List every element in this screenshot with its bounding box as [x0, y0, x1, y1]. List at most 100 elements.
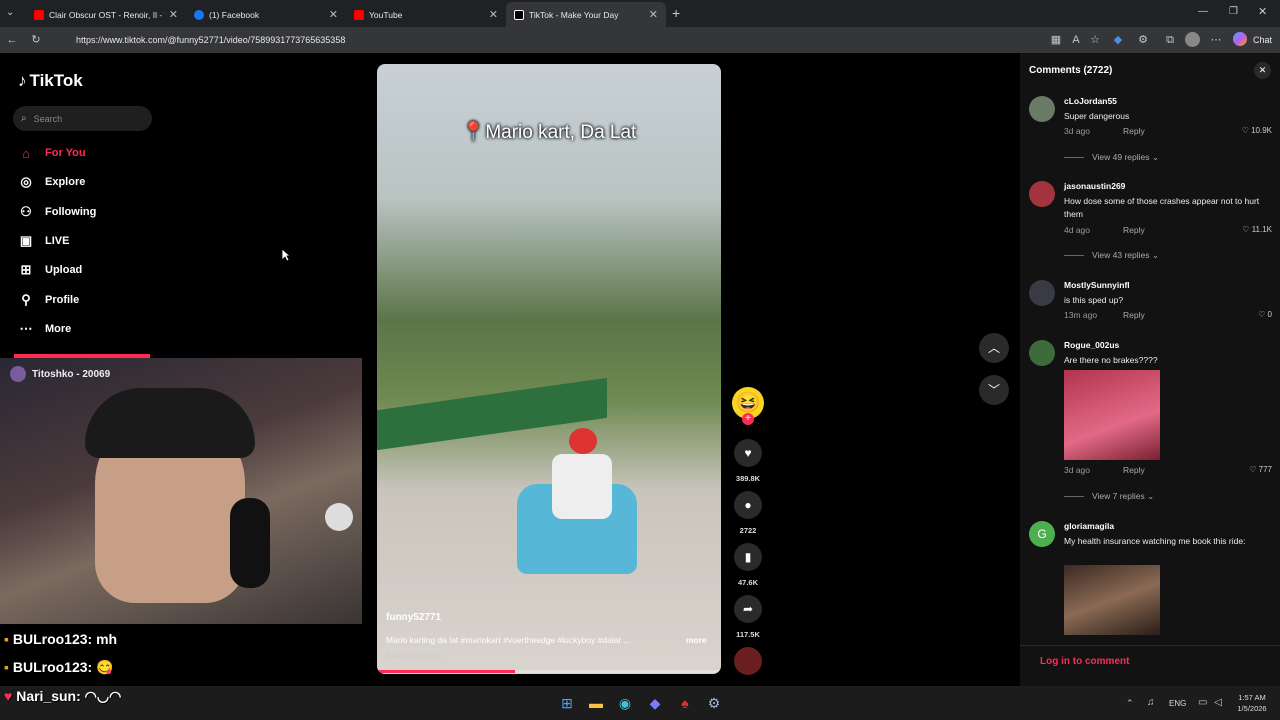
- view-replies-button[interactable]: View 7 replies ⌄: [1064, 491, 1154, 502]
- search-input[interactable]: ⌕ Search: [13, 106, 152, 131]
- login-to-comment-link[interactable]: Log in to comment: [1040, 656, 1129, 667]
- reply-button[interactable]: Reply: [1123, 310, 1145, 320]
- avatar[interactable]: [1029, 280, 1055, 306]
- profile-icon: ⚲: [21, 292, 31, 307]
- comment-like[interactable]: ♡ 0: [1258, 310, 1272, 319]
- comment-gif-image[interactable]: [1064, 565, 1160, 635]
- steam-icon[interactable]: ⚙: [705, 693, 723, 713]
- tab-list-icon[interactable]: ⌄: [6, 7, 14, 18]
- url-field[interactable]: https://www.tiktok.com/@funny52771/video…: [50, 30, 1050, 50]
- tiktok-logo[interactable]: ♪ TikTok: [18, 71, 83, 91]
- extensions-icon[interactable]: ⚙: [1135, 31, 1151, 49]
- chat-button[interactable]: Chat: [1253, 35, 1272, 45]
- like-button[interactable]: ♥: [734, 439, 762, 467]
- close-tab-icon[interactable]: ✕: [169, 8, 178, 21]
- new-tab-button[interactable]: +: [672, 5, 680, 21]
- comments-title: Comments (2722): [1029, 65, 1113, 76]
- streamer-hair: [85, 388, 255, 458]
- live-icon: ▣: [19, 233, 33, 248]
- language-indicator[interactable]: ENG: [1169, 699, 1186, 708]
- discord-icon[interactable]: ◆: [646, 693, 664, 713]
- start-icon[interactable]: ⊞: [558, 693, 576, 713]
- nav-for-you[interactable]: ⌂ For You: [18, 143, 85, 163]
- reply-button[interactable]: Reply: [1123, 225, 1145, 235]
- comment-item: G gloriamagila My health insurance watch…: [1029, 521, 1274, 636]
- heart-icon: ♥: [744, 446, 752, 460]
- avatar[interactable]: [1029, 181, 1055, 207]
- see-translation-link[interactable]: See translation: [386, 651, 443, 661]
- apps-icon[interactable]: ▦: [1048, 31, 1064, 49]
- comment-like[interactable]: ♡ 777: [1249, 465, 1272, 474]
- nav-upload[interactable]: ⊞ Upload: [18, 260, 83, 280]
- nav-more[interactable]: ⋯ More: [18, 319, 72, 339]
- comment-gif-image[interactable]: [1064, 370, 1160, 460]
- nav-live[interactable]: ▣ LIVE: [18, 231, 70, 251]
- video-author[interactable]: funny52771: [386, 612, 441, 623]
- back-icon[interactable]: ←: [4, 31, 20, 49]
- stream-chat-line: ▪ BULroo123: 😋: [4, 659, 114, 675]
- edge-icon[interactable]: ◉: [616, 693, 634, 713]
- tab-youtube[interactable]: YouTube ✕: [346, 2, 506, 27]
- microphone: [230, 498, 270, 588]
- restore-icon[interactable]: ❐: [1229, 6, 1238, 17]
- video-progress-fill: [377, 670, 515, 673]
- upload-icon: ⊞: [20, 262, 32, 277]
- mic-icon[interactable]: ♫: [1147, 697, 1155, 708]
- system-clock[interactable]: 1:57 AM 1/5/2026: [1232, 692, 1272, 714]
- minimize-icon[interactable]: —: [1198, 6, 1208, 17]
- close-tab-icon[interactable]: ✕: [329, 8, 338, 21]
- view-replies-button[interactable]: View 49 replies ⌄: [1064, 152, 1159, 163]
- nav-explore[interactable]: ◎ Explore: [18, 172, 85, 192]
- music-disc-icon[interactable]: [734, 647, 762, 675]
- tray-chevron-icon[interactable]: ⌃: [1126, 698, 1134, 709]
- close-window-icon[interactable]: ✕: [1258, 5, 1267, 18]
- following-icon: ⚇: [20, 204, 32, 219]
- reply-button[interactable]: Reply: [1123, 465, 1145, 475]
- file-explorer-icon[interactable]: ▬: [587, 693, 605, 713]
- avatar[interactable]: [1029, 340, 1055, 366]
- streamer-webcam: [0, 358, 362, 624]
- avatar[interactable]: G: [1029, 521, 1055, 547]
- comment-button[interactable]: ●: [734, 491, 762, 519]
- caption-more-link[interactable]: more: [686, 635, 707, 645]
- app-icon[interactable]: ♠: [676, 693, 694, 713]
- profile-avatar[interactable]: [1185, 32, 1200, 47]
- video-progress-track[interactable]: [377, 670, 721, 673]
- tab-clair-obscur[interactable]: Clair Obscur OST - Renoir, Il - You ✕: [26, 2, 186, 27]
- view-replies-button[interactable]: View 43 replies ⌄: [1064, 250, 1159, 261]
- heart-outline-icon: ♡: [1241, 126, 1249, 135]
- close-tab-icon[interactable]: ✕: [489, 8, 498, 21]
- share-button[interactable]: ➦: [734, 595, 762, 623]
- menu-dots-icon[interactable]: ⋯: [1208, 31, 1224, 49]
- next-video-button[interactable]: ﹀: [979, 375, 1009, 405]
- chevron-down-icon: ﹀: [987, 383, 1000, 397]
- favorite-icon[interactable]: ☆: [1087, 31, 1103, 49]
- tab-facebook[interactable]: (1) Facebook ✕: [186, 2, 346, 27]
- comment-like[interactable]: ♡ 10.9K: [1242, 126, 1272, 135]
- reply-button[interactable]: Reply: [1123, 126, 1145, 136]
- close-tab-icon[interactable]: ✕: [649, 8, 658, 21]
- comment-item: jasonaustin269 How dose some of those cr…: [1029, 181, 1274, 261]
- nav-following[interactable]: ⚇ Following: [18, 202, 96, 222]
- tab-tiktok[interactable]: TikTok - Make Your Day ✕: [506, 2, 666, 27]
- copilot-icon[interactable]: [1233, 32, 1247, 46]
- comment-like[interactable]: ♡ 11.1K: [1242, 225, 1272, 234]
- volume-icon[interactable]: ◁: [1214, 697, 1222, 708]
- nav-profile[interactable]: ⚲ Profile: [18, 290, 79, 310]
- heart-outline-icon: ♡: [1249, 465, 1257, 474]
- network-icon[interactable]: ▭: [1198, 697, 1207, 708]
- like-count: 389.8K: [735, 474, 761, 483]
- follow-plus-button[interactable]: +: [742, 413, 754, 425]
- bookmark-icon: ▮: [744, 550, 752, 564]
- collections-icon[interactable]: ⧉: [1162, 31, 1178, 49]
- extension-icon[interactable]: ◆: [1110, 31, 1126, 49]
- video-player[interactable]: 📍Mario kart, Da Lat funny52771 Mario kar…: [377, 64, 721, 674]
- previous-video-button[interactable]: ︿: [979, 333, 1009, 363]
- avatar[interactable]: [1029, 96, 1055, 122]
- save-button[interactable]: ▮: [734, 543, 762, 571]
- youtube-icon: [354, 9, 364, 20]
- close-comments-button[interactable]: ✕: [1254, 62, 1271, 79]
- comment-item: MostlySunnyinfl is this sped up? 13m ago…: [1029, 280, 1274, 325]
- read-aloud-icon[interactable]: A: [1068, 31, 1084, 49]
- refresh-icon[interactable]: ↻: [28, 31, 44, 49]
